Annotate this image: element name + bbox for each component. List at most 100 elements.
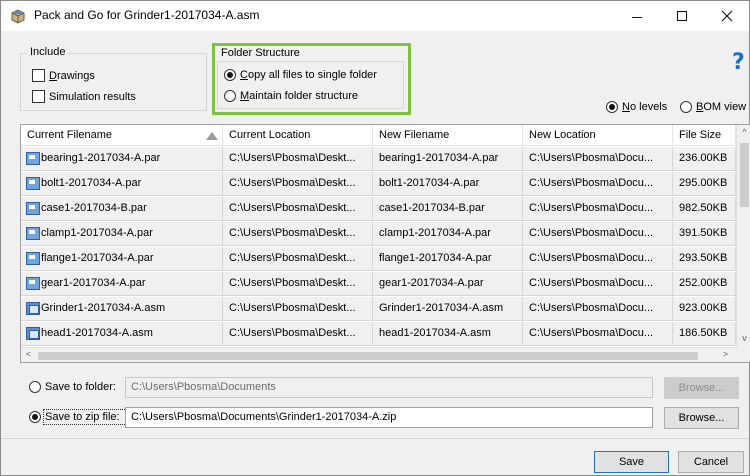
bom-view-radio[interactable]: BOM view — [680, 101, 746, 113]
cell-new-location[interactable]: C:\Users\Pbosma\Docu... — [523, 197, 673, 221]
drawings-label: Drawings — [49, 69, 95, 82]
maintain-radio-dot[interactable] — [224, 90, 236, 102]
cell-new-filename[interactable]: clamp1-2017034-A.par — [373, 222, 523, 246]
browse-folder-button[interactable]: Browse... — [664, 377, 739, 399]
cell-new-location[interactable]: C:\Users\Pbosma\Docu... — [523, 147, 673, 171]
scrollbar-corner — [736, 347, 750, 362]
table-row[interactable]: flange1-2017034-A.par C:\Users\Pbosma\Des… — [21, 247, 736, 271]
cell-file-size[interactable]: 252.00KB — [673, 272, 736, 296]
cell-current-filename[interactable]: flange1-2017034-A.par — [21, 247, 223, 271]
save-button[interactable]: Save — [594, 451, 669, 473]
cell-file-size[interactable]: 923.00KB — [673, 297, 736, 321]
column-header-new-location[interactable]: New Location — [523, 125, 673, 146]
table-row[interactable]: bolt1-2017034-A.par C:\Users\Pbosma\Deskt… — [21, 172, 736, 196]
table-row[interactable]: head1-2017034-A.asm C:\Users\Pbosma\Deskt… — [21, 322, 736, 346]
cell-text: C:\Users\Pbosma\Docu... — [529, 327, 654, 339]
drawings-checkbox[interactable]: Drawings — [32, 69, 95, 82]
cell-current-filename[interactable]: clamp1-2017034-A.par — [21, 222, 223, 246]
cell-new-filename[interactable]: case1-2017034-B.par — [373, 197, 523, 221]
cell-new-filename[interactable]: Grinder1-2017034-A.asm — [373, 297, 523, 321]
assembly-file-icon — [26, 327, 40, 340]
cell-current-filename[interactable]: head1-2017034-A.asm — [21, 322, 223, 346]
zip-path-field[interactable]: C:\Users\Pbosma\Documents\Grinder1-20170… — [125, 407, 653, 428]
cell-new-filename[interactable]: flange1-2017034-A.par — [373, 247, 523, 271]
browse-zip-button[interactable]: Browse... — [664, 407, 739, 429]
cell-new-filename[interactable]: bolt1-2017034-A.par — [373, 172, 523, 196]
footer-separator — [1, 438, 749, 439]
save-to-zip-radio-dot[interactable] — [29, 411, 41, 423]
cell-text: C:\Users\Pbosma\Docu... — [529, 202, 654, 214]
save-to-folder-radio-dot[interactable] — [29, 381, 41, 393]
cell-current-location[interactable]: C:\Users\Pbosma\Deskt... — [223, 272, 373, 296]
cell-current-filename[interactable]: gear1-2017034-A.par — [21, 272, 223, 296]
close-button[interactable] — [704, 1, 749, 31]
cell-text: C:\Users\Pbosma\Deskt... — [229, 327, 356, 339]
table-row[interactable]: bearing1-2017034-A.par C:\Users\Pbosma\De… — [21, 147, 736, 171]
table-row[interactable]: Grinder1-2017034-A.asm C:\Users\Pbosma\De… — [21, 297, 736, 321]
cell-file-size[interactable]: 295.00KB — [673, 172, 736, 196]
column-header-new-filename[interactable]: New Filename — [373, 125, 523, 146]
cell-current-location[interactable]: C:\Users\Pbosma\Deskt... — [223, 147, 373, 171]
help-question-icon[interactable]: ? — [732, 50, 745, 75]
cell-current-location[interactable]: C:\Users\Pbosma\Deskt... — [223, 297, 373, 321]
cell-current-filename[interactable]: case1-2017034-B.par — [21, 197, 223, 221]
cell-file-size[interactable]: 982.50KB — [673, 197, 736, 221]
cell-text: bolt1-2017034-A.par — [379, 177, 480, 189]
minimize-button[interactable] — [614, 1, 659, 31]
save-to-folder-radio[interactable]: Save to folder: — [29, 381, 116, 393]
column-header-current-filename[interactable]: Current Filename — [21, 125, 223, 146]
simulation-results-checkbox[interactable]: Simulation results — [32, 90, 136, 103]
vertical-scrollbar[interactable]: ^ v — [736, 125, 750, 348]
cell-current-filename[interactable]: bolt1-2017034-A.par — [21, 172, 223, 196]
horizontal-scrollbar[interactable]: < > — [21, 347, 736, 362]
drawings-checkbox-box[interactable] — [32, 69, 45, 82]
cell-file-size[interactable]: 236.00KB — [673, 147, 736, 171]
cell-current-location[interactable]: C:\Users\Pbosma\Deskt... — [223, 247, 373, 271]
cell-file-size[interactable]: 186.50KB — [673, 322, 736, 346]
column-header-current-location[interactable]: Current Location — [223, 125, 373, 146]
cell-current-filename[interactable]: Grinder1-2017034-A.asm — [21, 297, 223, 321]
scroll-right-icon[interactable]: > — [718, 349, 733, 359]
cell-file-size[interactable]: 391.50KB — [673, 222, 736, 246]
no-levels-label: No levels — [622, 101, 668, 113]
maximize-button[interactable] — [659, 1, 704, 31]
files-table[interactable]: Current Filename Current Location New Fi… — [20, 124, 750, 363]
scroll-left-icon[interactable]: < — [21, 349, 36, 359]
copy-all-radio-dot[interactable] — [224, 69, 236, 81]
sort-ascending-icon — [206, 132, 218, 140]
table-row[interactable]: gear1-2017034-A.par C:\Users\Pbosma\Deskt… — [21, 272, 736, 296]
cell-current-filename[interactable]: bearing1-2017034-A.par — [21, 147, 223, 171]
column-header-file-size[interactable]: File Size — [673, 125, 736, 146]
simulation-checkbox-box[interactable] — [32, 90, 45, 103]
maintain-folder-structure-radio[interactable]: Maintain folder structure — [224, 90, 358, 102]
cancel-button[interactable]: Cancel — [678, 451, 744, 473]
no-levels-radio[interactable]: No levels — [606, 101, 667, 113]
cell-new-location[interactable]: C:\Users\Pbosma\Docu... — [523, 272, 673, 296]
folder-path-field[interactable]: C:\Users\Pbosma\Documents — [125, 377, 653, 398]
cell-new-location[interactable]: C:\Users\Pbosma\Docu... — [523, 322, 673, 346]
scroll-down-icon[interactable]: v — [737, 333, 750, 343]
cell-file-size[interactable]: 293.50KB — [673, 247, 736, 271]
table-row[interactable]: clamp1-2017034-A.par C:\Users\Pbosma\Desk… — [21, 222, 736, 246]
minimize-icon — [631, 16, 642, 18]
copy-all-files-radio[interactable]: Copy all files to single folder — [224, 69, 377, 81]
scroll-up-icon[interactable]: ^ — [737, 127, 750, 137]
cell-new-location[interactable]: C:\Users\Pbosma\Docu... — [523, 222, 673, 246]
save-to-zip-radio[interactable]: Save to zip file: — [29, 409, 129, 425]
cell-current-location[interactable]: C:\Users\Pbosma\Deskt... — [223, 197, 373, 221]
cell-new-location[interactable]: C:\Users\Pbosma\Docu... — [523, 172, 673, 196]
cell-current-location[interactable]: C:\Users\Pbosma\Deskt... — [223, 222, 373, 246]
cell-new-filename[interactable]: bearing1-2017034-A.par — [373, 147, 523, 171]
cell-new-location[interactable]: C:\Users\Pbosma\Docu... — [523, 297, 673, 321]
cell-new-location[interactable]: C:\Users\Pbosma\Docu... — [523, 247, 673, 271]
cell-text: 236.00KB — [679, 152, 728, 164]
cell-current-location[interactable]: C:\Users\Pbosma\Deskt... — [223, 322, 373, 346]
cell-new-filename[interactable]: gear1-2017034-A.par — [373, 272, 523, 296]
vertical-scroll-thumb[interactable] — [740, 143, 749, 207]
bom-view-radio-dot[interactable] — [680, 101, 692, 113]
cell-new-filename[interactable]: head1-2017034-A.asm — [373, 322, 523, 346]
table-row[interactable]: case1-2017034-B.par C:\Users\Pbosma\Deskt… — [21, 197, 736, 221]
no-levels-radio-dot[interactable] — [606, 101, 618, 113]
cell-current-location[interactable]: C:\Users\Pbosma\Deskt... — [223, 172, 373, 196]
horizontal-scroll-thumb[interactable] — [38, 352, 698, 360]
